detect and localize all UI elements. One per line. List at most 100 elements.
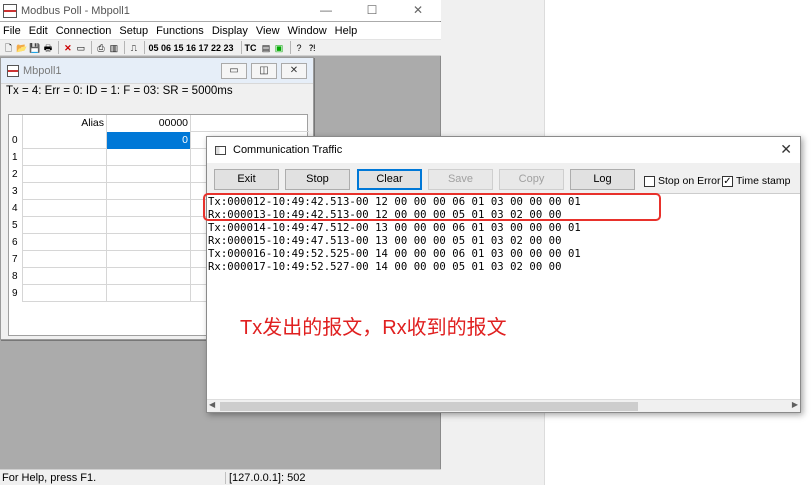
maximize-button[interactable]: ☐ bbox=[349, 0, 395, 21]
child-restore-button[interactable]: ◫ bbox=[251, 63, 277, 79]
row-index: 4 bbox=[9, 200, 23, 217]
help-hint: For Help, press F1. bbox=[2, 472, 97, 484]
value-cell[interactable] bbox=[107, 166, 191, 183]
title-bar[interactable]: Modbus Poll - Mbpoll1 — ☐ ✕ bbox=[0, 0, 441, 21]
alias-column-header[interactable]: Alias bbox=[23, 115, 107, 132]
menu-view[interactable]: View bbox=[256, 25, 280, 37]
stop-button[interactable]: Stop bbox=[285, 169, 350, 190]
status-bar: For Help, press F1. [127.0.0.1]: 502 bbox=[0, 469, 441, 485]
dialog-title-bar[interactable]: Communication Traffic ✕ bbox=[207, 137, 800, 163]
pulse-icon[interactable]: ⎍ bbox=[128, 41, 139, 55]
value-cell[interactable] bbox=[107, 285, 191, 302]
row-index: 9 bbox=[9, 285, 23, 302]
highlight-annotation-box bbox=[203, 193, 661, 221]
scroll-left-icon[interactable]: ◀ bbox=[209, 400, 215, 409]
monitor-icon[interactable]: ▣ bbox=[274, 41, 285, 55]
alias-cell[interactable] bbox=[23, 166, 107, 183]
open-folder-icon[interactable]: 📂 bbox=[16, 41, 27, 55]
alias-cell[interactable] bbox=[23, 183, 107, 200]
function-code-buttons[interactable]: 05 06 15 16 17 22 23 bbox=[148, 43, 233, 53]
row-index: 3 bbox=[9, 183, 23, 200]
alias-cell[interactable] bbox=[23, 217, 107, 234]
bar-chart-icon[interactable]: ▥ bbox=[108, 41, 119, 55]
checkbox-box[interactable] bbox=[644, 175, 655, 187]
child-minimize-button[interactable]: ▭ bbox=[221, 63, 247, 79]
stop-on-error-checkbox[interactable]: Stop on Error bbox=[644, 175, 720, 187]
exit-button[interactable]: Exit bbox=[214, 169, 279, 190]
context-help-icon[interactable]: ⁈ bbox=[307, 41, 318, 55]
child-window-title: Mbpoll1 bbox=[23, 64, 62, 77]
menu-setup[interactable]: Setup bbox=[119, 25, 148, 37]
stop-on-error-label: Stop on Error bbox=[658, 175, 721, 187]
alias-cell[interactable] bbox=[23, 234, 107, 251]
scroll-right-icon[interactable]: ▶ bbox=[792, 400, 798, 409]
child-app-icon bbox=[7, 64, 19, 77]
row-index: 5 bbox=[9, 217, 23, 234]
value-cell[interactable] bbox=[107, 268, 191, 285]
menu-window[interactable]: Window bbox=[288, 25, 327, 37]
row-index: 0 bbox=[9, 132, 23, 149]
clear-button[interactable]: Clear bbox=[357, 169, 422, 190]
alias-cell[interactable] bbox=[23, 149, 107, 166]
horizontal-scrollbar[interactable]: ◀ ▶ bbox=[207, 399, 800, 412]
menu-bar: File Edit Connection Setup Functions Dis… bbox=[0, 22, 441, 39]
printer-setup-icon[interactable]: ⎙ bbox=[95, 41, 106, 55]
print-icon[interactable]: 🖶 bbox=[42, 41, 53, 55]
doc-icon[interactable]: ▤ bbox=[261, 41, 272, 55]
save-button[interactable]: Save bbox=[428, 169, 493, 190]
log-line: Tx:000014-10:49:47.512-00 13 00 00 00 06… bbox=[208, 222, 581, 234]
menu-edit[interactable]: Edit bbox=[29, 25, 48, 37]
connection-status: [127.0.0.1]: 502 bbox=[225, 472, 305, 484]
window-icon[interactable]: ▭ bbox=[75, 41, 86, 55]
scroll-thumb[interactable] bbox=[220, 402, 638, 411]
toolbar-separator bbox=[124, 41, 126, 54]
disconnect-icon[interactable]: ✕ bbox=[62, 41, 73, 55]
copy-button[interactable]: Copy bbox=[499, 169, 564, 190]
menu-file[interactable]: File bbox=[3, 25, 21, 37]
value-cell[interactable] bbox=[107, 183, 191, 200]
child-close-button[interactable]: ✕ bbox=[281, 63, 307, 79]
menu-display[interactable]: Display bbox=[212, 25, 248, 37]
alias-cell[interactable] bbox=[23, 268, 107, 285]
value-cell[interactable] bbox=[107, 234, 191, 251]
log-button[interactable]: Log bbox=[570, 169, 635, 190]
toolbar-separator bbox=[91, 41, 93, 54]
value-cell[interactable]: 0 bbox=[107, 132, 191, 149]
minimize-button[interactable]: — bbox=[303, 0, 349, 21]
value-column-header[interactable]: 00000 bbox=[107, 115, 191, 132]
alias-cell[interactable] bbox=[23, 132, 107, 149]
traffic-log[interactable]: Tx:000012-10:49:42.513-00 12 00 00 00 06… bbox=[207, 193, 800, 399]
row-index: 6 bbox=[9, 234, 23, 251]
row-index: 7 bbox=[9, 251, 23, 268]
toolbar-separator bbox=[289, 41, 291, 54]
value-cell[interactable] bbox=[107, 200, 191, 217]
value-cell[interactable] bbox=[107, 149, 191, 166]
child-title-bar[interactable]: Mbpoll1 ▭ ◫ ✕ bbox=[1, 58, 313, 84]
save-icon[interactable]: 💾 bbox=[29, 41, 40, 55]
checkmark-icon[interactable]: ✓ bbox=[722, 175, 733, 187]
time-stamp-checkbox[interactable]: ✓ Time stamp bbox=[722, 175, 790, 187]
alias-cell[interactable] bbox=[23, 251, 107, 268]
grid-header-row: Alias 00000 bbox=[9, 115, 309, 132]
communication-traffic-dialog: Communication Traffic ✕ Exit Stop Clear … bbox=[206, 136, 801, 413]
alias-cell[interactable] bbox=[23, 285, 107, 302]
annotation-text: Tx发出的报文，Rx收到的报文 bbox=[240, 317, 507, 339]
menu-help[interactable]: Help bbox=[335, 25, 358, 37]
value-cell[interactable] bbox=[107, 251, 191, 268]
new-file-icon[interactable]: 🗋 bbox=[3, 41, 14, 55]
dialog-close-icon[interactable]: ✕ bbox=[780, 141, 792, 158]
row-index: 2 bbox=[9, 166, 23, 183]
log-line: Tx:000016-10:49:52.525-00 14 00 00 00 06… bbox=[208, 248, 581, 260]
toolbar-separator bbox=[144, 41, 146, 54]
menu-connection[interactable]: Connection bbox=[56, 25, 112, 37]
traffic-button[interactable]: TC bbox=[245, 43, 257, 53]
close-button[interactable]: ✕ bbox=[395, 0, 441, 21]
value-cell[interactable] bbox=[107, 217, 191, 234]
log-line: Rx:000015-10:49:47.513-00 13 00 00 00 05… bbox=[208, 235, 562, 247]
toolbar-separator bbox=[58, 41, 60, 54]
poll-status-line: Tx = 4: Err = 0: ID = 1: F = 03: SR = 50… bbox=[6, 85, 233, 97]
help-icon[interactable]: ? bbox=[294, 41, 305, 55]
corner-cell bbox=[9, 115, 23, 132]
alias-cell[interactable] bbox=[23, 200, 107, 217]
menu-functions[interactable]: Functions bbox=[156, 25, 204, 37]
